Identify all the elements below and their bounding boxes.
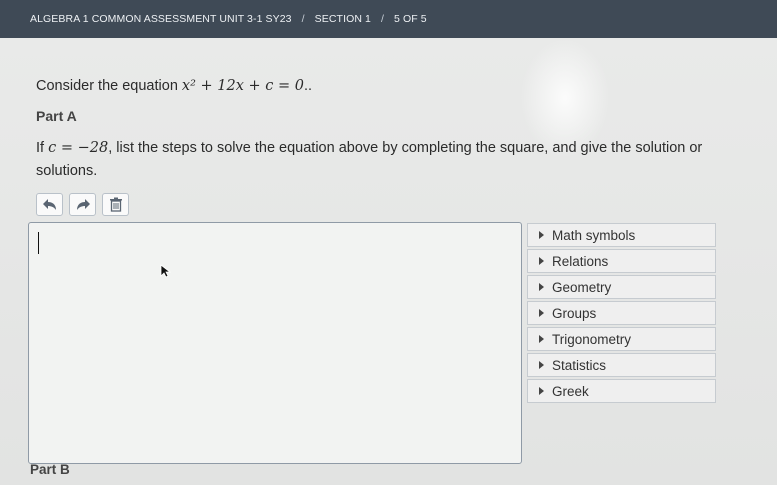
panel-item-label: Trigonometry (552, 331, 632, 347)
expand-arrow-icon (539, 257, 544, 265)
math-symbol-panel: Math symbols Relations Geometry Groups T… (527, 223, 716, 405)
expand-arrow-icon (539, 231, 544, 239)
panel-item-greek[interactable]: Greek (527, 379, 716, 403)
question-text: Consider the equation x² + 12x + c = 0.. (36, 78, 312, 94)
breadcrumb-separator: / (381, 13, 385, 25)
part-b-label: Part B (30, 462, 70, 477)
panel-item-label: Groups (552, 305, 597, 321)
panel-item-trigonometry[interactable]: Trigonometry (527, 327, 716, 351)
mouse-pointer-icon (160, 264, 172, 278)
expand-arrow-icon (539, 283, 544, 291)
panel-item-label: Relations (552, 253, 609, 269)
undo-button[interactable] (36, 193, 63, 216)
panel-item-relations[interactable]: Relations (527, 249, 716, 273)
expand-arrow-icon (539, 335, 544, 343)
panel-item-geometry[interactable]: Geometry (527, 275, 716, 299)
redo-icon (76, 198, 90, 210)
breadcrumb-assessment[interactable]: ALGEBRA 1 COMMON ASSESSMENT UNIT 3-1 SY2… (30, 13, 292, 25)
delete-button[interactable] (102, 193, 129, 216)
part-a-prompt: If c = −28, list the steps to solve the … (36, 137, 736, 183)
text-caret (38, 232, 39, 254)
question-intro: Consider the equation (36, 78, 182, 94)
panel-item-label: Statistics (552, 357, 607, 373)
prompt-suffix: , list the steps to solve the equation a… (36, 140, 703, 179)
part-a-label: Part A (36, 108, 77, 124)
panel-item-label: Geometry (552, 279, 612, 295)
undo-icon (42, 198, 56, 210)
prompt-prefix: If (36, 140, 49, 156)
redo-button[interactable] (69, 193, 96, 216)
breadcrumb-section[interactable]: SECTION 1 (315, 13, 371, 25)
expand-arrow-icon (539, 309, 544, 317)
expand-arrow-icon (539, 361, 544, 369)
panel-item-label: Greek (552, 383, 589, 399)
trash-icon (109, 197, 122, 212)
panel-item-label: Math symbols (552, 227, 636, 243)
breadcrumb-separator: / (301, 13, 305, 25)
question-equation: x² + 12x + c = 0 (181, 78, 304, 94)
assessment-breadcrumb: ALGEBRA 1 COMMON ASSESSMENT UNIT 3-1 SY2… (0, 0, 777, 38)
question-end: .. (303, 78, 313, 94)
breadcrumb-progress: 5 OF 5 (394, 13, 427, 25)
prompt-condition: c = −28 (48, 140, 109, 156)
panel-item-groups[interactable]: Groups (527, 301, 716, 325)
editor-toolbar (36, 193, 129, 216)
panel-item-math-symbols[interactable]: Math symbols (527, 223, 716, 247)
expand-arrow-icon (539, 387, 544, 395)
answer-input[interactable] (28, 222, 522, 464)
panel-item-statistics[interactable]: Statistics (527, 353, 716, 377)
